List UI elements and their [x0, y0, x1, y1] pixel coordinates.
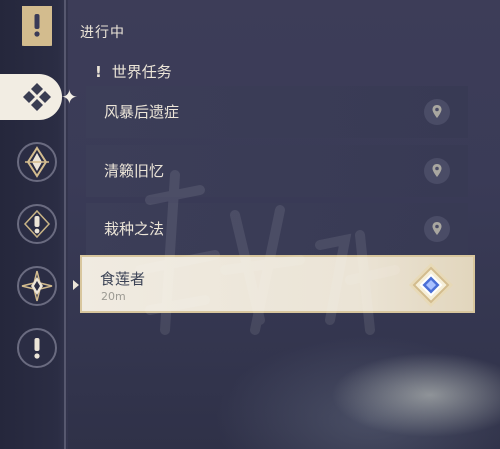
sparkle-icon: ✦ [61, 85, 78, 109]
exclamation-icon: ! [95, 63, 102, 81]
tab-archon-quests[interactable] [17, 142, 57, 182]
section-title: 进行中 [80, 25, 125, 41]
quest-item[interactable]: 清籁旧忆 [86, 145, 468, 197]
star-compass-icon [21, 270, 53, 302]
tracking-marker-icon[interactable] [407, 261, 455, 309]
navigate-button[interactable] [424, 158, 450, 184]
diamonds-icon [23, 83, 51, 111]
inazuma-emblem-icon [25, 146, 49, 178]
map-pin-icon [432, 164, 442, 177]
quest-item[interactable]: 风暴后遗症 [86, 86, 468, 138]
navigate-button[interactable] [424, 216, 450, 242]
quest-name: 清籁旧忆 [104, 162, 165, 180]
quest-name: 栽种之法 [104, 220, 165, 238]
tab-story-quests[interactable] [17, 204, 57, 244]
category-header: ! 世界任务 [95, 61, 172, 82]
navigate-button[interactable] [424, 99, 450, 125]
category-label: 世界任务 [111, 63, 172, 81]
tab-all-quests[interactable] [0, 74, 62, 120]
quest-name: 风暴后遗症 [104, 103, 180, 121]
exclamation-icon [34, 338, 40, 359]
quest-name: 食莲者 [100, 270, 146, 288]
rail-divider [64, 0, 66, 449]
map-pin-icon [432, 222, 442, 235]
tab-world-quests[interactable] [17, 266, 57, 306]
tab-event-quests[interactable] [17, 328, 57, 368]
quest-item-active[interactable]: 食莲者 20m [80, 255, 475, 313]
quest-distance: 20m [101, 290, 126, 303]
bookmark-exclamation-icon[interactable] [22, 6, 52, 46]
map-pin-icon [432, 105, 442, 118]
exclamation-icon [23, 209, 51, 239]
quest-item[interactable]: 栽种之法 [86, 203, 468, 255]
selected-row-arrow-icon [73, 280, 79, 290]
